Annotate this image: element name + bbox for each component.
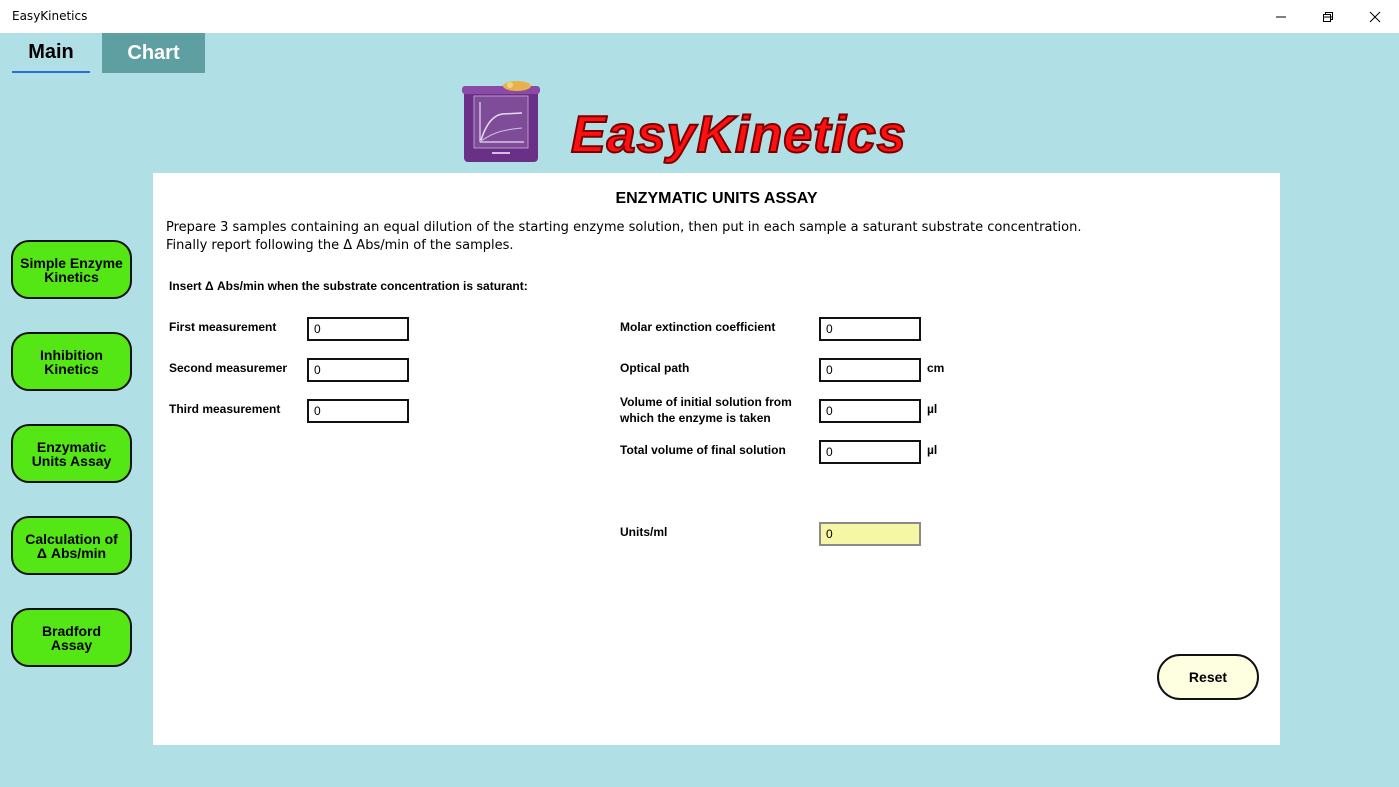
initial-volume-unit: µl <box>927 402 938 416</box>
sidebar-item-label: Bradford Assay <box>41 622 102 653</box>
sidebar-item-inhibition-kinetics[interactable]: Inhibition Kinetics <box>11 332 132 391</box>
window-close-button[interactable] <box>1352 0 1398 33</box>
sidebar-item-label: Enzymatic Units Assay <box>31 438 112 469</box>
window-minimize-button[interactable] <box>1258 0 1304 33</box>
first-measurement-label: First measurement <box>169 320 277 334</box>
units-per-ml-label: Units/ml <box>620 525 668 539</box>
optical-path-label: Optical path <box>620 361 690 375</box>
reset-button[interactable]: Reset <box>1157 654 1259 700</box>
second-measurement-input[interactable] <box>307 358 409 382</box>
insert-instruction-label: Insert Δ Abs/min when the substrate conc… <box>169 279 528 293</box>
optical-path-input[interactable] <box>819 358 921 382</box>
close-icon <box>1369 11 1381 22</box>
third-measurement-label: Third measurement <box>169 402 281 416</box>
first-measurement-input[interactable] <box>307 317 409 341</box>
final-volume-unit: µl <box>927 443 938 457</box>
second-measurement-label: Second measuremen <box>169 361 287 375</box>
panel-title: ENZYMATIC UNITS ASSAY <box>615 190 818 207</box>
sidebar-item-bradford-assay[interactable]: Bradford Assay <box>11 608 132 667</box>
sidebar-item-calculation-abs-min[interactable]: Calculation of Δ Abs/min <box>11 516 132 575</box>
window-restore-button[interactable] <box>1305 0 1351 33</box>
molar-extinction-input[interactable] <box>819 317 921 341</box>
sidebar-item-label: Calculation of Δ Abs/min <box>25 530 118 561</box>
final-volume-label: Total volume of final solution <box>620 443 786 457</box>
third-measurement-input[interactable] <box>307 399 409 423</box>
assay-panel: ENZYMATIC UNITS ASSAY Prepare 3 samples … <box>153 173 1280 745</box>
app-logo-icon <box>462 81 540 162</box>
optical-path-unit: cm <box>927 361 945 375</box>
sidebar-item-label: Inhibition Kinetics <box>40 346 103 377</box>
window-minimize-icon <box>1276 16 1286 17</box>
initial-volume-label: Volume of initial solution from which th… <box>620 395 792 425</box>
sidebar-item-simple-enzyme-kinetics[interactable]: Simple Enzyme Kinetics <box>11 240 132 299</box>
tab-main[interactable]: Main <box>12 33 90 73</box>
units-per-ml-output <box>819 522 921 546</box>
description-line-1: Prepare 3 samples containing an equal di… <box>166 220 1082 235</box>
description-line-2: Finally report following the Δ Abs/min o… <box>166 238 514 253</box>
logo-wordmark-text: EasyKinetics <box>571 106 907 164</box>
sidebar-item-enzymatic-units-assay[interactable]: Enzymatic Units Assay <box>11 424 132 483</box>
final-volume-input[interactable] <box>819 440 921 464</box>
title-bar: EasyKinetics <box>0 0 1399 33</box>
restore-icon <box>1323 11 1333 22</box>
app-title: EasyKinetics <box>12 9 88 23</box>
panel-description: Prepare 3 samples containing an equal di… <box>166 219 1081 255</box>
sidebar-item-label: Simple Enzyme Kinetics <box>20 254 123 285</box>
initial-volume-input[interactable] <box>819 399 921 423</box>
molar-extinction-label: Molar extinction coefficient <box>620 320 776 334</box>
app-logo-wordmark: EasyKinetics <box>570 105 907 164</box>
tab-chart[interactable]: Chart <box>102 33 205 73</box>
